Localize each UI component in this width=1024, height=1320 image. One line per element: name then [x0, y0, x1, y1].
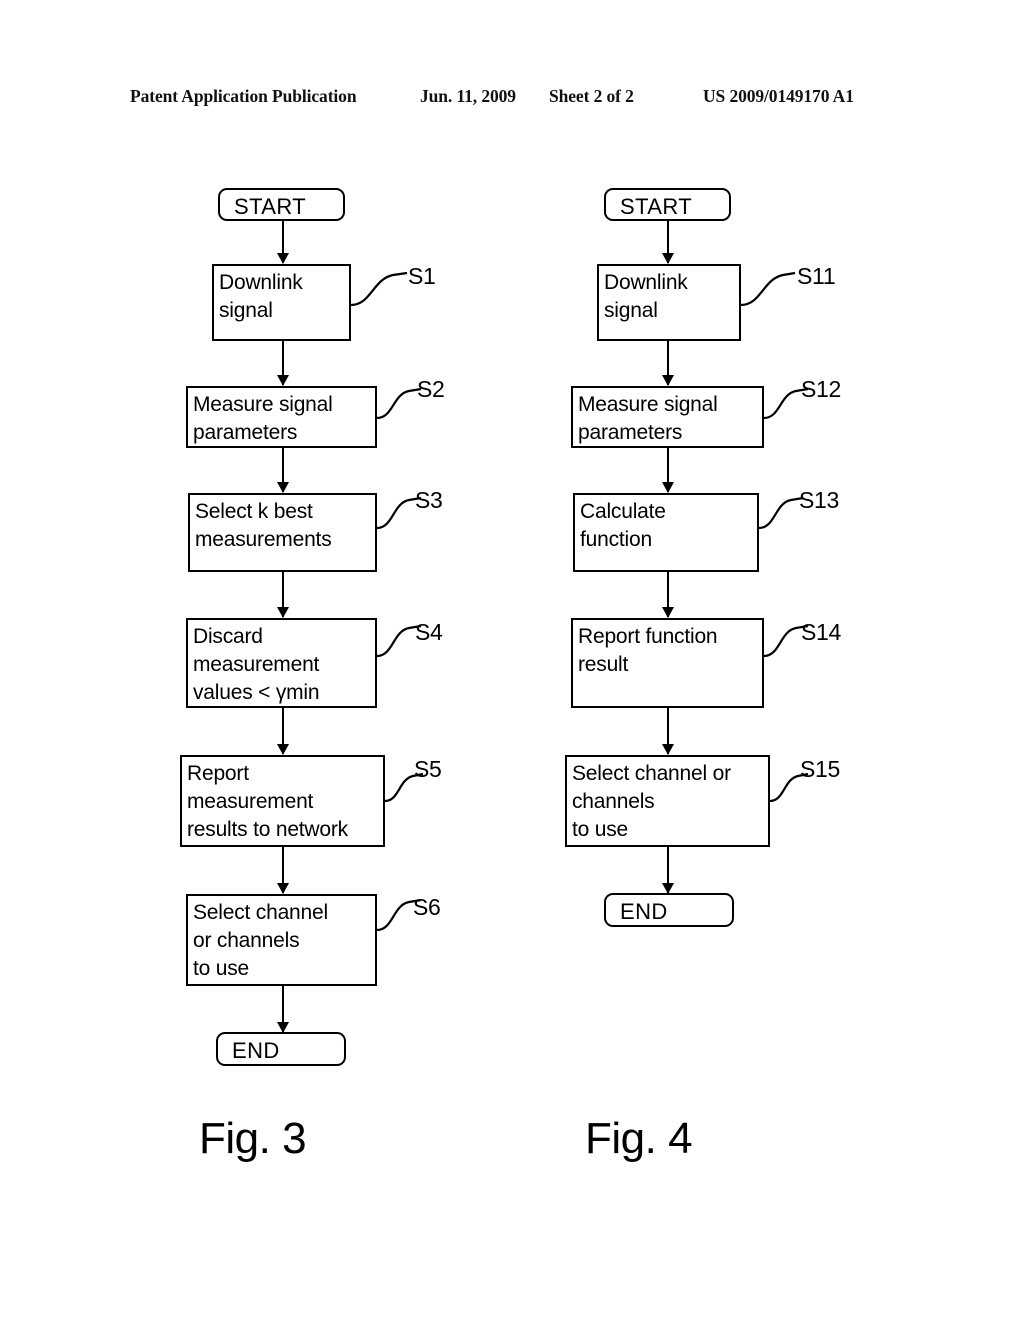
fig3-step-label-s2: S2 [417, 376, 445, 402]
fig4-step-box-s15: Select channel or channels to use [565, 755, 770, 847]
fig4-step-text-s15: Select channel or channels to use [572, 762, 731, 841]
fig3-end-terminator: END [216, 1032, 346, 1066]
fig3-step-label-s3: S3 [415, 487, 443, 513]
fig4-connector-s15-to-end [662, 847, 674, 894]
figure-area: START Downlink signal S1 Measure signal … [0, 0, 1024, 1320]
fig4-step-text-s12: Measure signal parameters [578, 393, 718, 444]
fig4-connector-s13-to-s14 [662, 572, 674, 618]
fig4-step-box-s13: Calculate function [573, 493, 759, 572]
fig3-connector-s3-to-s4 [277, 572, 289, 618]
fig4-step-text-s13: Calculate function [580, 500, 666, 551]
fig4-step-label-s15: S15 [800, 756, 841, 782]
fig3-step-label-s5: S5 [414, 756, 442, 782]
fig3-connector-s2-to-s3 [277, 448, 289, 493]
fig4-step-text-s11: Downlink signal [604, 271, 688, 322]
fig4-connector-s14-to-s15 [662, 708, 674, 755]
fig3-step-box-s4: Discard measurement values < γmin [186, 618, 377, 708]
fig3-leader-s1 [350, 265, 411, 313]
fig3-step-text-s3: Select k best measurements [195, 500, 332, 551]
fig3-connector-s1-to-s2 [277, 341, 289, 386]
fig3-start-label: START [234, 194, 307, 219]
fig4-end-terminator: END [604, 893, 734, 927]
fig4-step-label-s12: S12 [801, 376, 842, 402]
fig4-step-box-s14: Report function result [571, 618, 764, 708]
fig3-end-label: END [232, 1038, 280, 1063]
fig3-step-text-s5: Report measurement results to network [187, 762, 348, 841]
fig3-step-label-s6: S6 [413, 894, 441, 920]
fig3-connector-s5-to-s6 [277, 847, 289, 894]
fig4-connector-s11-to-s12 [662, 341, 674, 386]
fig4-step-text-s14: Report function result [578, 625, 718, 676]
fig4-step-box-s12: Measure signal parameters [571, 386, 764, 448]
fig4-connector-s12-to-s13 [662, 448, 674, 493]
fig4-caption: Fig. 4 [585, 1114, 693, 1163]
fig3-step-label-s1: S1 [408, 263, 436, 289]
fig3-connector-s6-to-end [277, 986, 289, 1033]
fig4-end-label: END [620, 899, 668, 924]
fig3-step-text-s1: Downlink signal [219, 271, 303, 322]
fig3-start-terminator: START [218, 188, 345, 221]
fig3-step-box-s5: Report measurement results to network [180, 755, 385, 847]
fig4-step-box-s11: Downlink signal [597, 264, 741, 341]
fig4-step-label-s14: S14 [801, 619, 842, 645]
fig4-leader-s11 [740, 265, 799, 313]
fig3-step-box-s6: Select channel or channels to use [186, 894, 377, 986]
fig3-step-box-s2: Measure signal parameters [186, 386, 377, 448]
fig4-step-label-s13: S13 [799, 487, 840, 513]
fig3-connector-s4-to-s5 [277, 708, 289, 755]
fig3-step-text-s2: Measure signal parameters [193, 393, 333, 444]
fig3-step-box-s1: Downlink signal [212, 264, 351, 341]
fig4-step-label-s11: S11 [797, 263, 836, 289]
fig4-connector-start-to-s11 [662, 221, 674, 264]
fig3-step-box-s3: Select k best measurements [188, 493, 377, 572]
fig3-caption: Fig. 3 [199, 1114, 307, 1163]
fig4-start-label: START [620, 194, 693, 219]
fig3-step-text-s6: Select channel or channels to use [193, 901, 328, 980]
fig3-step-text-s4: Discard measurement values < γmin [193, 625, 320, 704]
fig3-step-label-s4: S4 [415, 619, 443, 645]
fig4-start-terminator: START [604, 188, 731, 221]
fig3-connector-start-to-s1 [277, 221, 289, 264]
